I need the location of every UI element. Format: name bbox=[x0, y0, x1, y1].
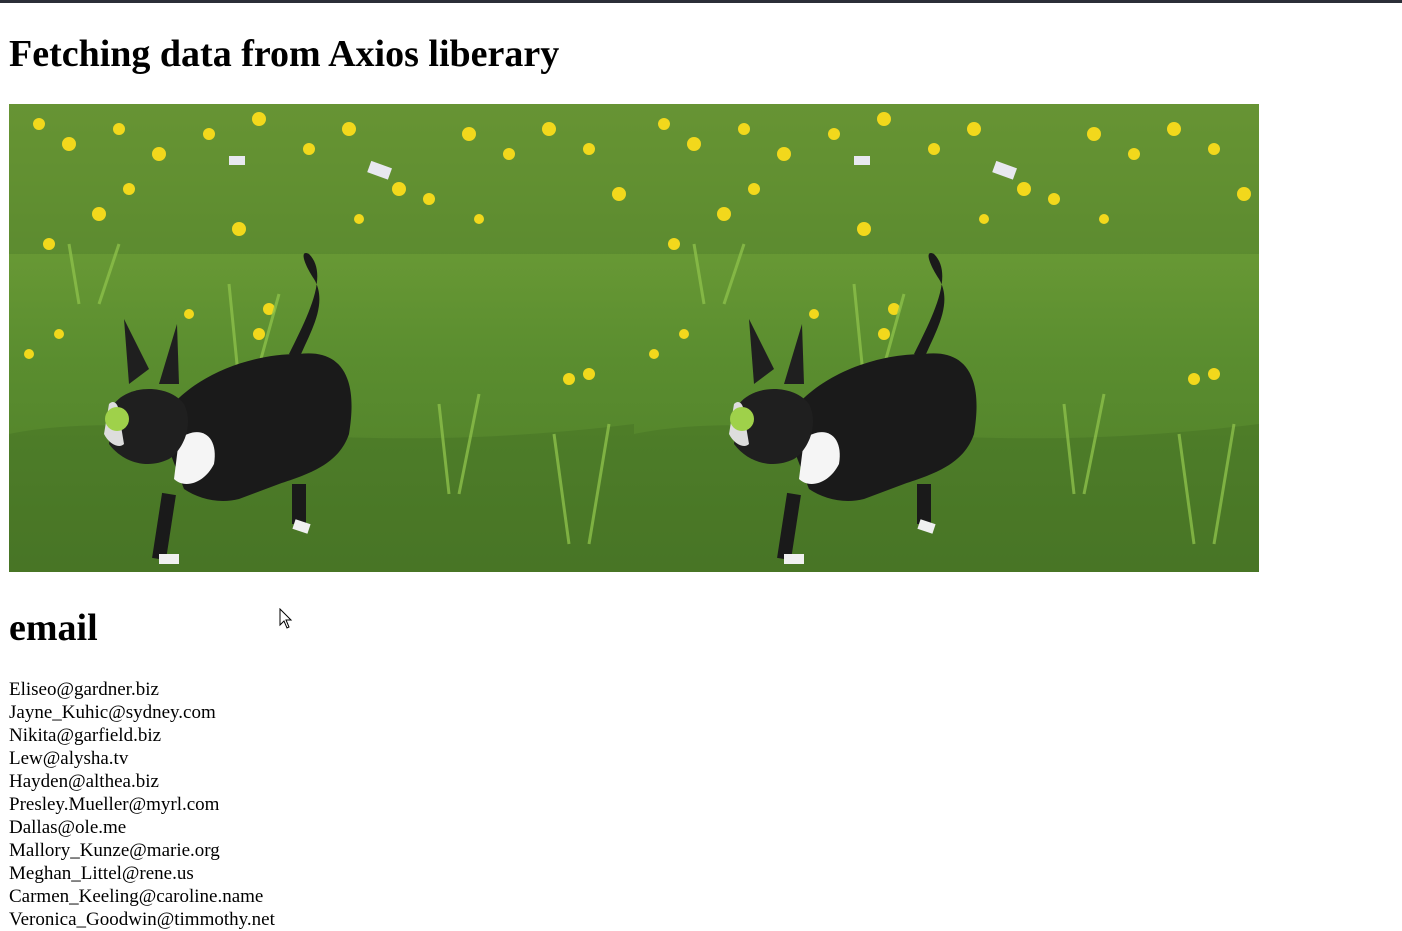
dog-photo-illustration bbox=[9, 104, 634, 572]
image-row bbox=[9, 104, 1259, 572]
email-item: Lew@alysha.tv bbox=[9, 748, 129, 769]
email-item: Jayne_Kuhic@sydney.com bbox=[9, 702, 216, 723]
dog-photo-2 bbox=[634, 104, 1259, 572]
email-item: Meghan_Littel@rene.us bbox=[9, 863, 194, 884]
email-item: Mallory_Kunze@marie.org bbox=[9, 840, 220, 861]
email-item: Dallas@ole.me bbox=[9, 817, 127, 838]
email-heading: email bbox=[9, 607, 98, 649]
mouse-cursor-icon bbox=[279, 608, 293, 629]
email-item: Hayden@althea.biz bbox=[9, 771, 159, 792]
browser-top-border bbox=[0, 0, 1402, 3]
dog-photo-1 bbox=[9, 104, 634, 572]
page-title: Fetching data from Axios liberary bbox=[9, 33, 560, 75]
email-item: Veronica_Goodwin@timmothy.net bbox=[9, 909, 275, 930]
email-list: Eliseo@gardner.biz Jayne_Kuhic@sydney.co… bbox=[9, 678, 275, 931]
email-item: Nikita@garfield.biz bbox=[9, 725, 162, 746]
email-item: Carmen_Keeling@caroline.name bbox=[9, 886, 264, 907]
email-item: Eliseo@gardner.biz bbox=[9, 679, 159, 700]
dog-photo-illustration bbox=[634, 104, 1259, 572]
email-item: Presley.Mueller@myrl.com bbox=[9, 794, 220, 815]
